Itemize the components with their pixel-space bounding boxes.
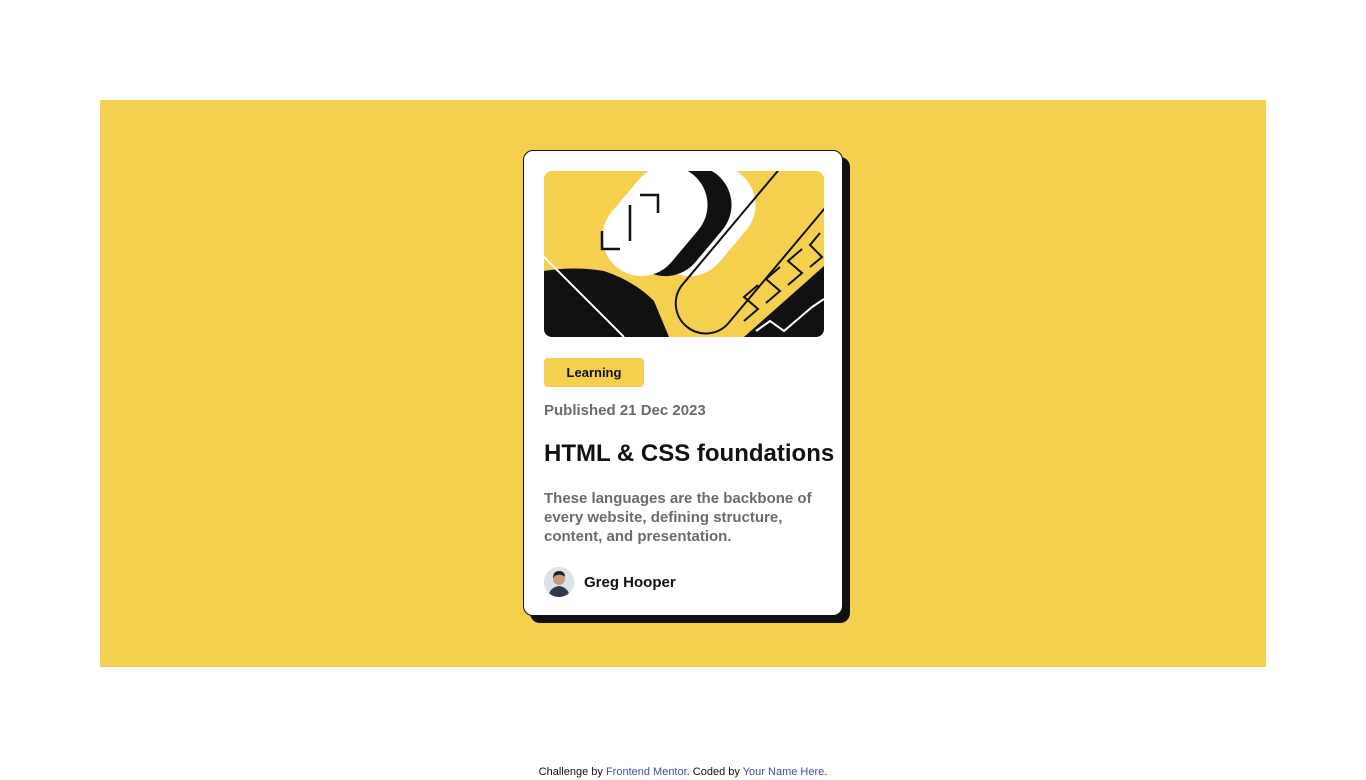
card-title[interactable]: HTML & CSS foundations: [544, 440, 834, 468]
attribution-suffix: .: [824, 766, 828, 778]
frontend-mentor-link[interactable]: Frontend Mentor: [606, 766, 687, 778]
attribution-prefix: Challenge by: [538, 766, 606, 778]
avatar: [544, 567, 574, 597]
blog-preview-card[interactable]: Learning Published 21 Dec 2023 HTML & CS…: [523, 150, 843, 616]
published-date: Published 21 Dec 2023: [544, 402, 706, 419]
category-tag: Learning: [544, 358, 644, 387]
card-description: These languages are the backbone of ever…: [544, 490, 812, 545]
attribution-middle: . Coded by: [686, 766, 743, 778]
author-link[interactable]: Your Name Here: [743, 766, 825, 778]
attribution: Challenge by Frontend Mentor. Coded by Y…: [0, 766, 1366, 778]
author-name: Greg Hooper: [584, 573, 676, 591]
avatar-icon: [544, 567, 574, 597]
author-row: Greg Hooper: [544, 567, 676, 597]
hero-illustration: [544, 171, 824, 337]
